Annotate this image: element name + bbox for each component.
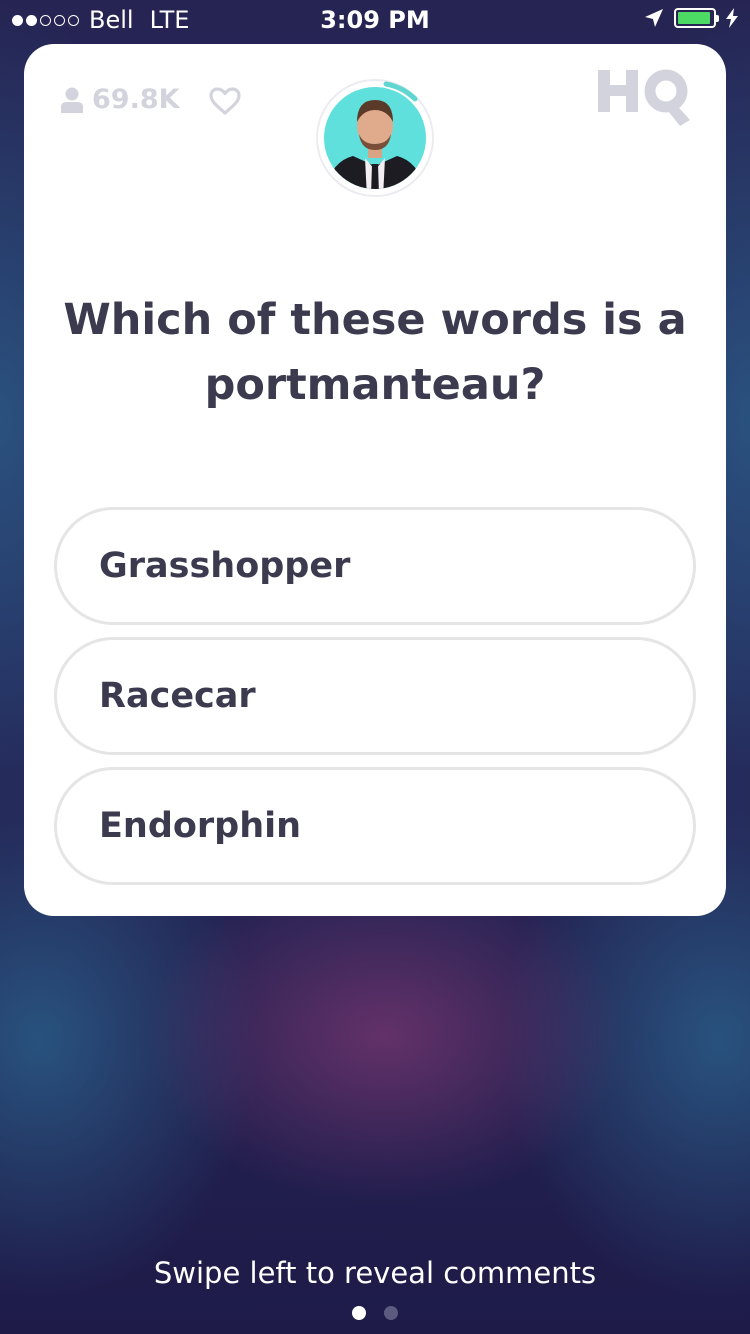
status-bar: Bell LTE 3:09 PM [0, 0, 750, 40]
answer-option[interactable]: Endorphin [54, 767, 696, 885]
battery-icon [674, 8, 719, 28]
page-indicator[interactable] [0, 1306, 750, 1320]
location-arrow-icon [645, 9, 663, 27]
answer-option[interactable]: Racecar [54, 637, 696, 755]
hq-logo [598, 69, 690, 126]
swipe-hint: Swipe left to reveal comments [153, 1256, 597, 1290]
answer-option[interactable]: Grasshopper [54, 507, 696, 625]
host-photo [324, 87, 426, 189]
charging-bolt-icon [726, 8, 738, 28]
viewer-count: 69.8K [60, 84, 180, 115]
page-dot[interactable] [384, 1306, 398, 1320]
battery-level [678, 12, 711, 24]
answer-list: Grasshopper Racecar Endorphin [54, 507, 696, 897]
heart-icon[interactable] [208, 86, 242, 116]
host-avatar [316, 79, 434, 197]
person-icon [61, 87, 83, 113]
question-card: 69.8K Which of these words is a portmant… [24, 44, 726, 916]
battery-nub [716, 15, 719, 22]
status-right [644, 8, 738, 28]
question-text: Which of these words is a portmanteau? [63, 295, 687, 410]
viewer-count-value: 69.8K [92, 84, 180, 115]
page-dot-active[interactable] [352, 1306, 366, 1320]
status-time: 3:09 PM [320, 6, 430, 34]
